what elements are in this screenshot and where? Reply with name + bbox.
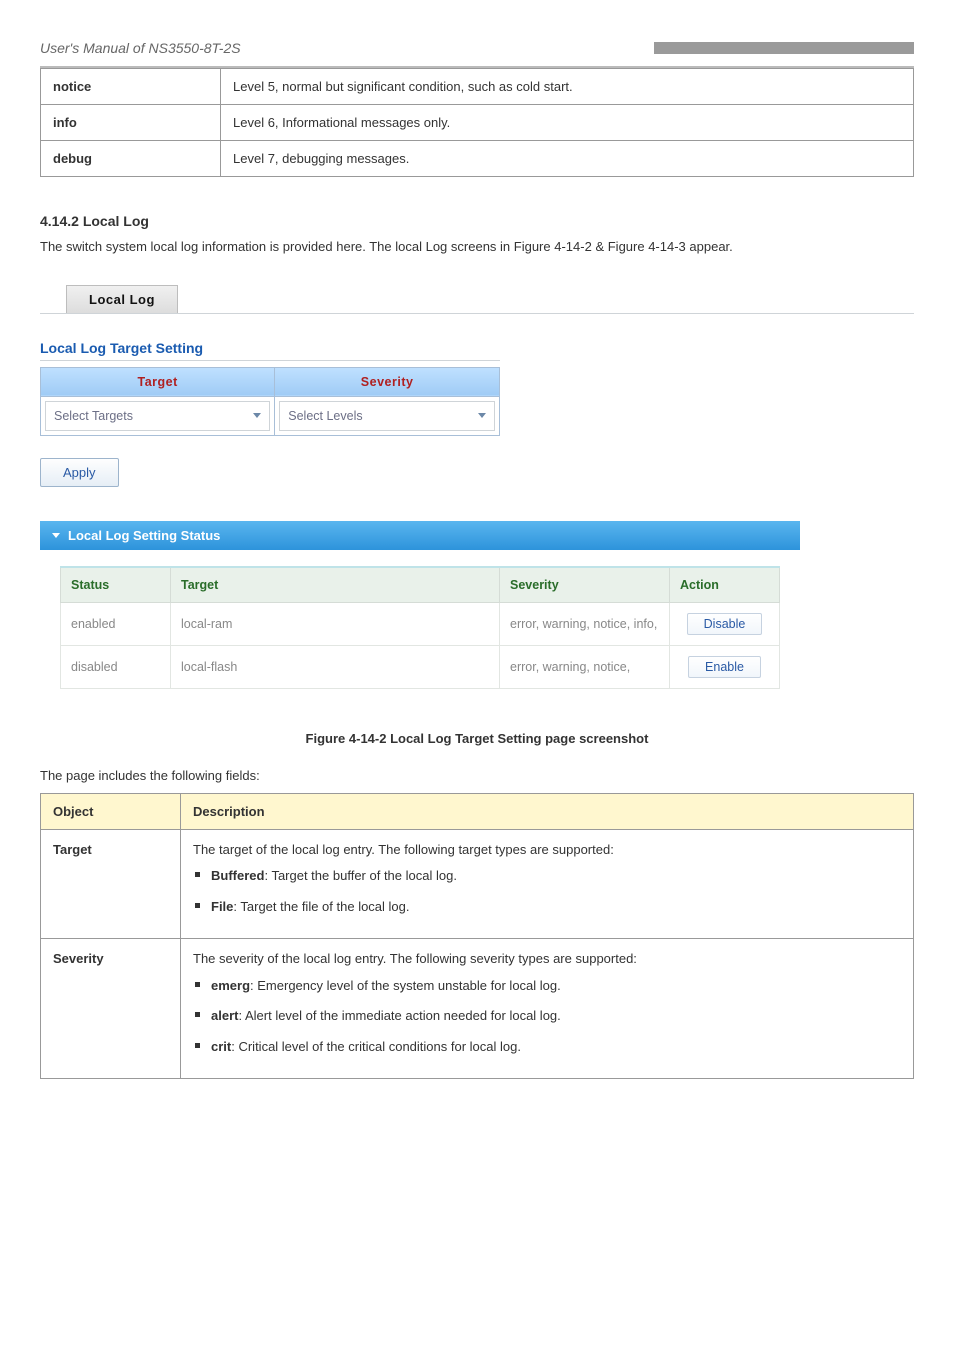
select-levels-label: Select Levels — [288, 409, 362, 423]
cell-action: Disable — [670, 602, 780, 645]
cell-target: local-flash — [171, 645, 500, 688]
list-item: Buffered: Target the buffer of the local… — [193, 866, 901, 887]
list-item: crit: Critical level of the critical con… — [193, 1037, 901, 1058]
col-target: Target — [171, 567, 500, 603]
target-setting-table: Target Severity Select Targets — [40, 367, 500, 436]
apply-button[interactable]: Apply — [40, 458, 119, 487]
tab-bar: Local Log — [40, 285, 914, 314]
col-object: Object — [41, 793, 181, 829]
def-value: Level 5, normal but significant conditio… — [221, 69, 914, 105]
col-severity: Severity — [500, 567, 670, 603]
list-item: File: Target the file of the local log. — [193, 897, 901, 918]
def-value: Level 7, debugging messages. — [221, 141, 914, 177]
disable-button[interactable]: Disable — [687, 613, 763, 635]
list-item: alert: Alert level of the immediate acti… — [193, 1006, 901, 1027]
obj-desc: The target of the local log entry. The f… — [181, 829, 914, 938]
section-body: The switch system local log information … — [40, 237, 914, 257]
table-row: enabledlocal-ramerror, warning, notice, … — [61, 602, 780, 645]
tab-local-log[interactable]: Local Log — [66, 285, 178, 313]
enable-button[interactable]: Enable — [688, 656, 761, 678]
panel-title: Local Log Target Setting — [40, 340, 500, 361]
figure-local-log-setting: Local Log Local Log Target Setting Targe… — [40, 285, 914, 717]
col-description: Description — [181, 793, 914, 829]
status-table: Status Target Severity Action enabledloc… — [60, 566, 780, 689]
figure-caption-1: Figure 4-14-2 Local Log Target Setting p… — [40, 731, 914, 746]
def-key: info — [41, 105, 221, 141]
section-title-text: Local Log — [83, 213, 149, 229]
local-log-target-setting-panel: Local Log Target Setting Target Severity… — [40, 340, 914, 487]
table-row: disabledlocal-flasherror, warning, notic… — [61, 645, 780, 688]
manual-title: User's Manual of NS3550-8T-2S — [40, 40, 241, 56]
cell-status: disabled — [61, 645, 171, 688]
select-targets[interactable]: Select Targets — [45, 401, 270, 431]
local-log-setting-status-panel: Local Log Setting Status Status Target S… — [40, 521, 800, 717]
def-value: Level 6, Informational messages only. — [221, 105, 914, 141]
page-header: User's Manual of NS3550-8T-2S — [40, 0, 914, 68]
def-key: notice — [41, 69, 221, 105]
section-number: 4.14.2 — [40, 213, 79, 229]
def-key: debug — [41, 141, 221, 177]
col-action: Action — [670, 567, 780, 603]
obj-key: Target — [41, 829, 181, 938]
status-panel-header[interactable]: Local Log Setting Status — [40, 521, 800, 550]
object-description-table: Object Description TargetThe target of t… — [40, 793, 914, 1080]
cell-status: enabled — [61, 602, 171, 645]
list-item: emerg: Emergency level of the system uns… — [193, 976, 901, 997]
col-target: Target — [41, 367, 275, 396]
cell-action: Enable — [670, 645, 780, 688]
select-targets-label: Select Targets — [54, 409, 133, 423]
chevron-down-icon — [52, 533, 60, 538]
severity-definitions-table: noticeLevel 5, normal but significant co… — [40, 68, 914, 177]
obj-desc: The severity of the local log entry. The… — [181, 938, 914, 1078]
chevron-down-icon — [478, 413, 486, 418]
col-severity: Severity — [275, 367, 500, 396]
status-panel-title: Local Log Setting Status — [68, 528, 220, 543]
cell-severity: error, warning, notice, info, — [500, 602, 670, 645]
header-right-band — [654, 42, 914, 54]
fields-intro: The page includes the following fields: — [40, 768, 914, 783]
cell-target: local-ram — [171, 602, 500, 645]
cell-severity: error, warning, notice, — [500, 645, 670, 688]
col-status: Status — [61, 567, 171, 603]
select-levels[interactable]: Select Levels — [279, 401, 495, 431]
chevron-down-icon — [253, 413, 261, 418]
section-heading: 4.14.2 Local Log — [40, 213, 914, 229]
obj-key: Severity — [41, 938, 181, 1078]
